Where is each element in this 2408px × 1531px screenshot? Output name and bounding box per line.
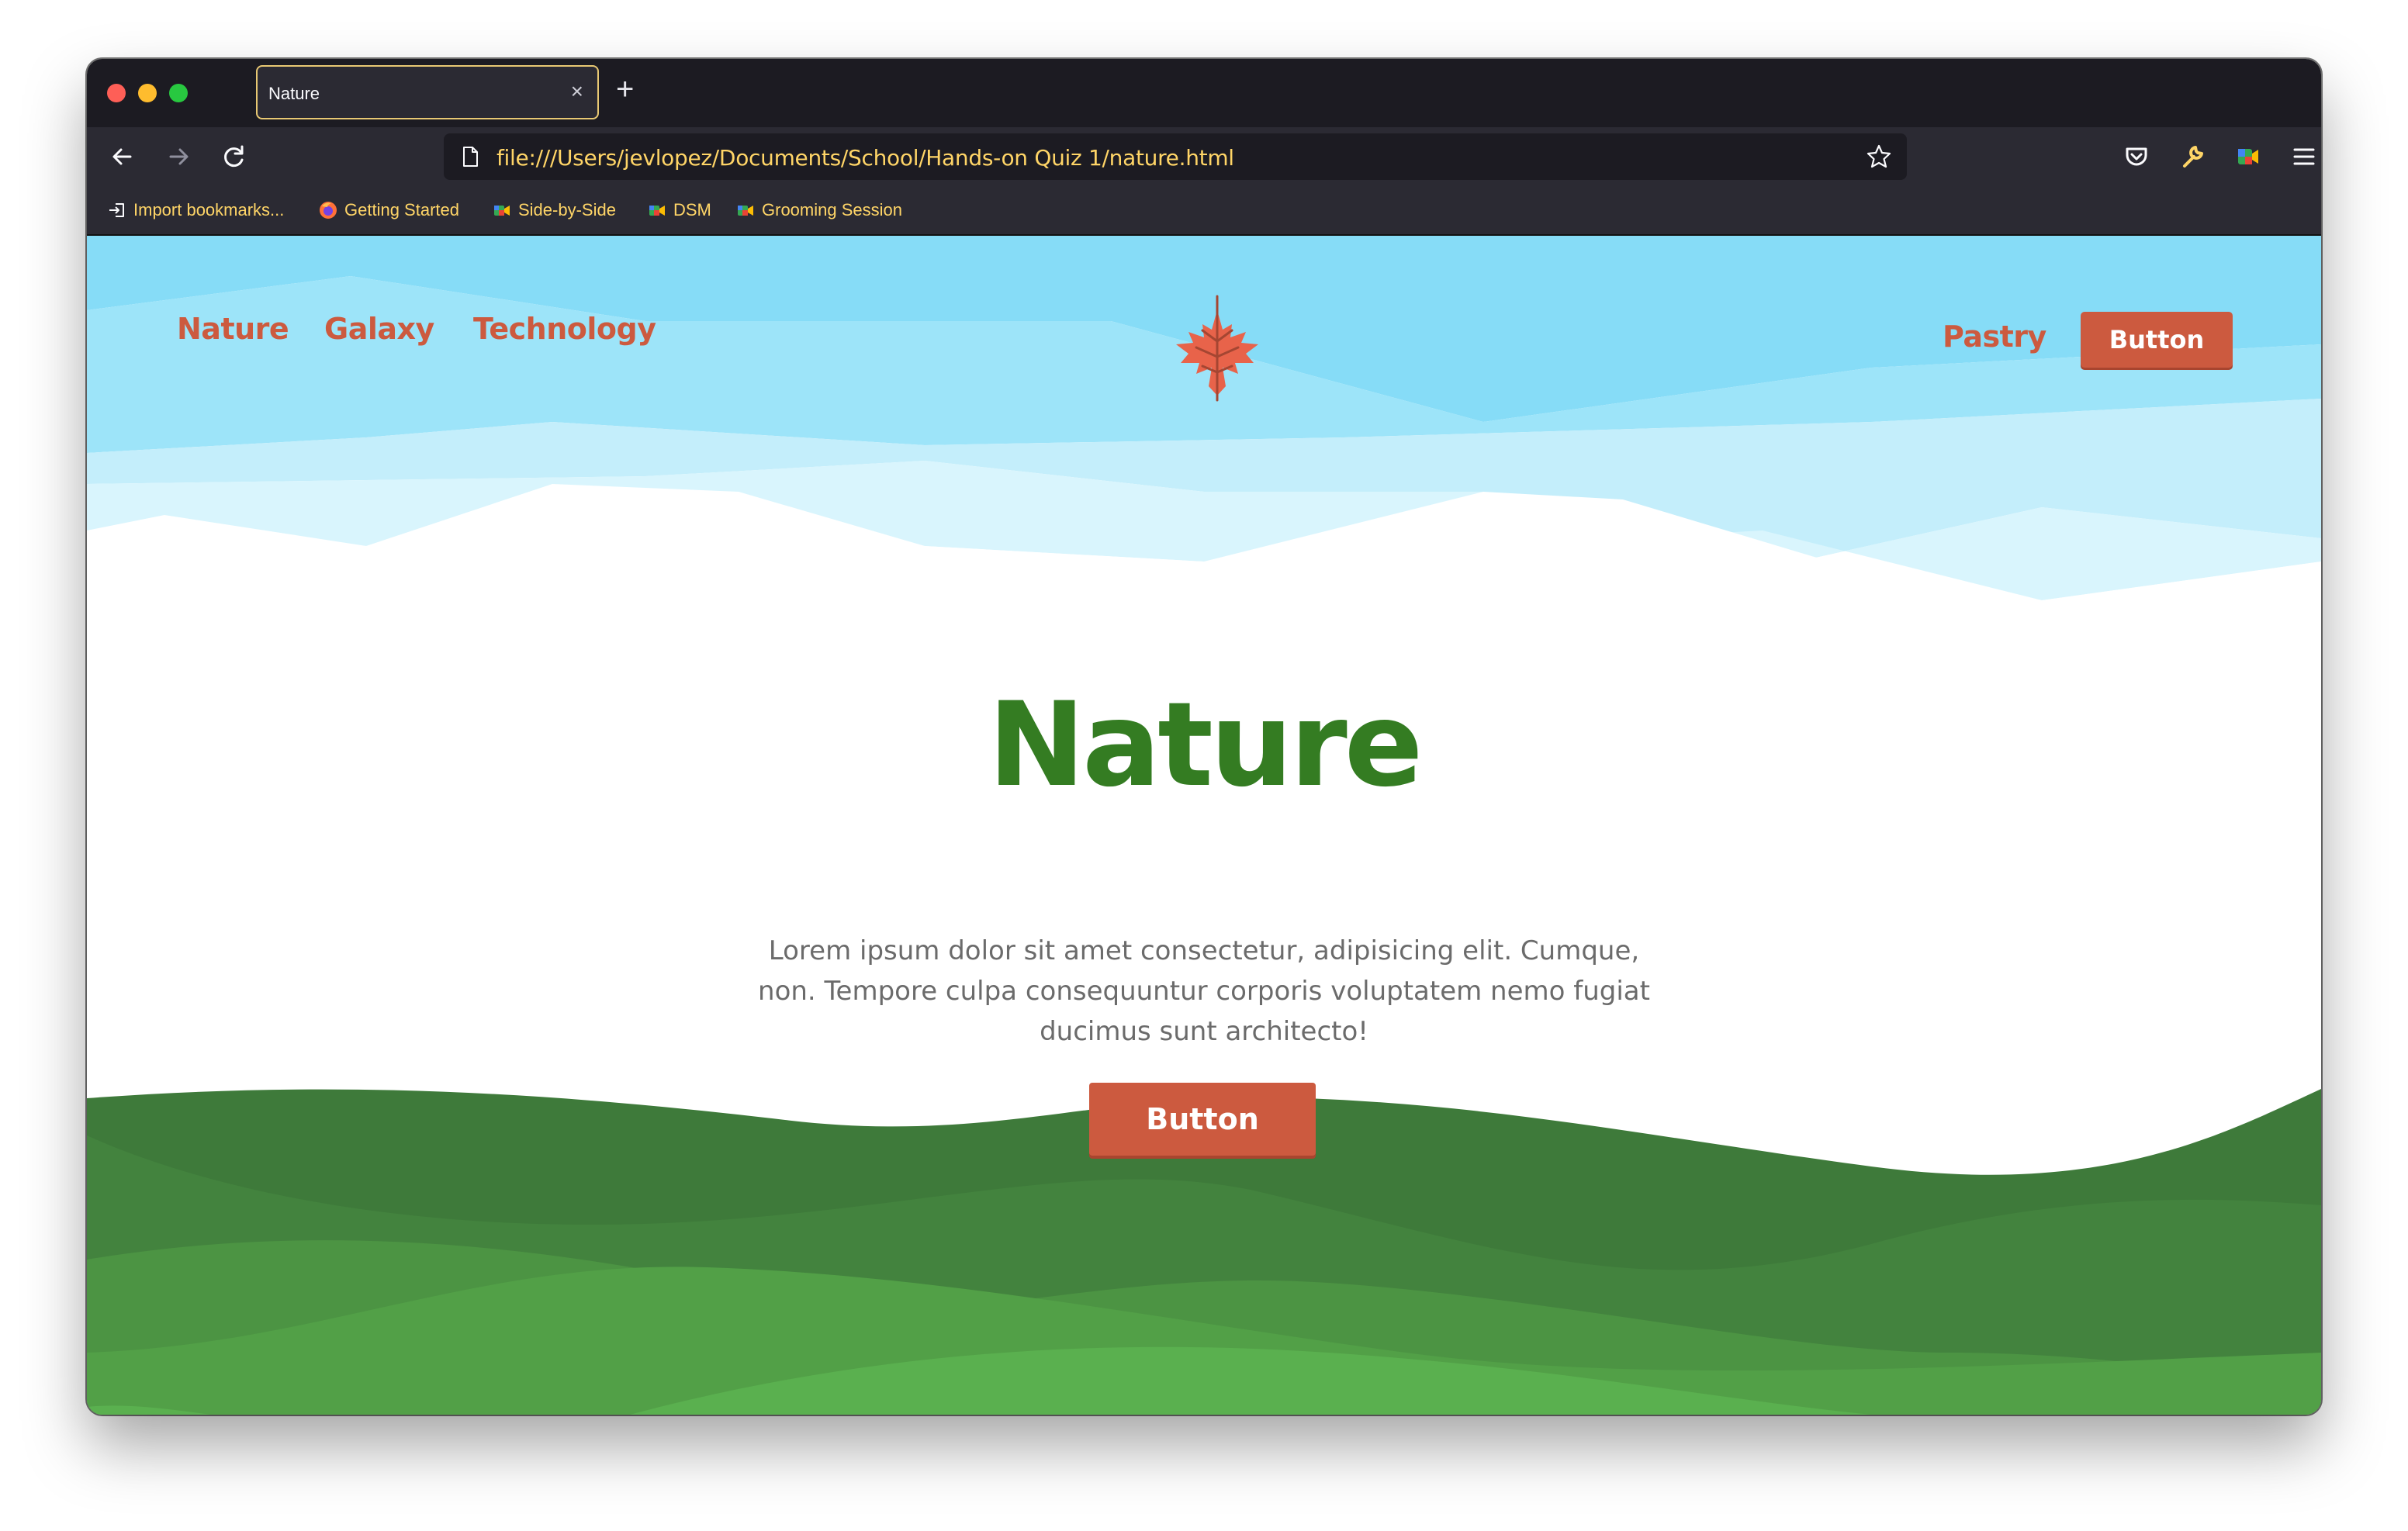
- extension-icon[interactable]: [2230, 138, 2267, 175]
- hero-button[interactable]: Button: [1089, 1083, 1316, 1156]
- bookmark-side-by-side[interactable]: Side-by-Side: [492, 199, 616, 222]
- nav-link-nature[interactable]: Nature: [177, 312, 289, 346]
- tab-close-icon[interactable]: ×: [571, 78, 583, 105]
- bookmark-import[interactable]: Import bookmarks...: [107, 199, 284, 222]
- hero-text: Lorem ipsum dolor sit amet consectetur, …: [758, 935, 1650, 1047]
- tab-title: Nature: [268, 84, 320, 103]
- meet-icon: [738, 206, 753, 216]
- meet-icon: [494, 206, 510, 216]
- bookmark-label: Getting Started: [344, 200, 459, 219]
- menu-icon[interactable]: [2285, 138, 2321, 175]
- import-icon: [109, 203, 124, 217]
- bookmark-star-icon[interactable]: [1865, 143, 1893, 171]
- nav-link-technology[interactable]: Technology: [473, 312, 656, 346]
- back-icon[interactable]: [104, 138, 141, 175]
- close-window-button[interactable]: [107, 84, 126, 102]
- maple-leaf-icon[interactable]: [1159, 295, 1275, 403]
- web-page: Nature Galaxy Technology Pastry Button N…: [87, 236, 2321, 1415]
- landscape-background: [87, 236, 2321, 1415]
- hero-title: Nature: [988, 678, 1424, 813]
- pocket-icon[interactable]: [2118, 138, 2155, 175]
- bookmark-dsm[interactable]: DSM: [647, 199, 711, 222]
- url-text: file:///Users/jevlopez/Documents/School/…: [496, 145, 1234, 171]
- tab-nature[interactable]: Nature ×: [256, 65, 599, 119]
- wrench-icon[interactable]: [2174, 138, 2211, 175]
- nav-link-pastry[interactable]: Pastry: [1943, 320, 2046, 354]
- header-button[interactable]: Button: [2081, 312, 2233, 368]
- bookmark-getting-started[interactable]: Getting Started: [318, 199, 459, 222]
- browser-window: Nature × + file:///Users/jevlopez/Docume…: [87, 59, 2321, 1415]
- new-tab-button[interactable]: +: [616, 70, 634, 109]
- meet-icon: [649, 206, 665, 216]
- bookmark-label: DSM: [673, 200, 711, 219]
- bookmark-label: Side-by-Side: [518, 200, 616, 219]
- reload-icon[interactable]: [216, 138, 253, 175]
- address-bar[interactable]: file:///Users/jevlopez/Documents/School/…: [444, 133, 1907, 180]
- firefox-icon: [320, 202, 337, 219]
- nav-link-galaxy[interactable]: Galaxy: [324, 312, 434, 346]
- maximize-window-button[interactable]: [169, 84, 188, 102]
- tab-bar: Nature × +: [87, 59, 2321, 127]
- minimize-window-button[interactable]: [138, 84, 157, 102]
- bookmarks-bar: Import bookmarks... Getting Started Side…: [87, 186, 2321, 236]
- forward-icon[interactable]: [160, 138, 197, 175]
- bookmark-label: Grooming Session: [762, 200, 902, 219]
- bookmark-grooming-session[interactable]: Grooming Session: [735, 199, 902, 222]
- nav-toolbar: file:///Users/jevlopez/Documents/School/…: [87, 127, 2321, 186]
- bookmark-label: Import bookmarks...: [133, 200, 285, 219]
- page-icon: [463, 147, 478, 167]
